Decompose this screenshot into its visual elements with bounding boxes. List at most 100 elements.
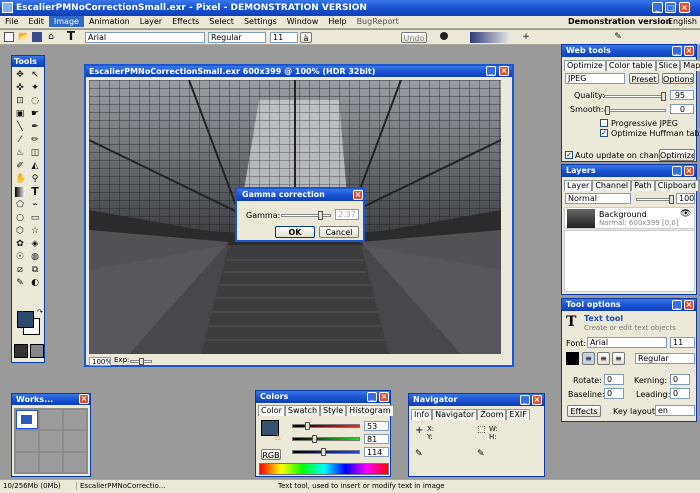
antialias-icon[interactable] xyxy=(440,32,448,40)
optimize-huffman-checkbox[interactable]: ✓ xyxy=(600,129,608,137)
effects-button[interactable]: Effects xyxy=(567,405,601,417)
rectangle-tool-icon[interactable]: ▭ xyxy=(30,213,40,223)
red-eye-tool-icon[interactable]: ☉ xyxy=(15,252,25,262)
align-center-button[interactable]: ≡ xyxy=(597,352,610,365)
ellipse-tool-icon[interactable]: ○ xyxy=(15,213,25,223)
toolbar-charmap-button[interactable]: à xyxy=(300,32,312,43)
green-field[interactable]: 81 xyxy=(364,434,389,444)
slice-tool-icon[interactable]: ⧉ xyxy=(30,265,40,275)
baseline-field[interactable]: 0 xyxy=(604,388,624,399)
polygon-tool-icon[interactable]: ⬡ xyxy=(15,226,25,236)
layer-opacity-field[interactable]: 100 xyxy=(676,193,695,204)
menu-effects[interactable]: Effects xyxy=(167,16,204,27)
preset-button[interactable]: Preset xyxy=(629,73,659,84)
star-tool-icon[interactable]: ☆ xyxy=(30,226,40,236)
rotate-field[interactable]: 0 xyxy=(604,374,624,385)
airbrush-tool-icon[interactable]: ♨ xyxy=(15,148,25,158)
tab-exif[interactable]: EXIF xyxy=(506,409,530,420)
eyedropper-toolbar-icon[interactable]: ✎ xyxy=(613,32,623,42)
workspace-slot[interactable] xyxy=(64,431,86,451)
maximize-window-button[interactable]: □ xyxy=(665,2,676,13)
text-color-swatch[interactable] xyxy=(566,352,579,365)
key-layout-select[interactable]: en xyxy=(655,405,695,416)
auto-update-checkbox[interactable]: ✓ xyxy=(565,151,573,159)
tab-optimize[interactable]: Optimize xyxy=(564,60,606,71)
red-slider[interactable] xyxy=(292,422,360,430)
colors-minimize-button[interactable]: _ xyxy=(367,392,377,402)
bucket-tool-icon[interactable]: ◭ xyxy=(30,161,40,171)
pattern-tool-icon[interactable]: ✿ xyxy=(15,239,25,249)
menu-layer[interactable]: Layer xyxy=(135,16,167,27)
web-tools-close-button[interactable]: × xyxy=(684,46,694,56)
eyedropper-tool-icon[interactable]: ✐ xyxy=(15,161,25,171)
align-right-button[interactable]: ≡ xyxy=(612,352,625,365)
red-field[interactable]: 53 xyxy=(364,421,389,431)
menu-settings[interactable]: Settings xyxy=(239,16,282,27)
tab-clipboard[interactable]: Clipboard xyxy=(654,180,699,191)
kerning-field[interactable]: 0 xyxy=(670,374,690,385)
workspace-slot[interactable] xyxy=(40,452,62,472)
workspace-slot[interactable] xyxy=(64,452,86,472)
gradient-preview[interactable] xyxy=(470,32,510,43)
view-mode-button[interactable] xyxy=(30,344,44,358)
workspace-slot[interactable] xyxy=(16,431,38,451)
progressive-jpeg-checkbox[interactable] xyxy=(600,119,608,127)
menu-select[interactable]: Select xyxy=(204,16,239,27)
image-window-close-button[interactable]: × xyxy=(499,66,509,76)
gamma-slider[interactable] xyxy=(281,211,331,220)
measure-tool-icon[interactable]: ⧄ xyxy=(15,265,25,275)
language-label[interactable]: English xyxy=(668,16,697,27)
menu-file[interactable]: File xyxy=(0,16,23,27)
tab-slice[interactable]: Slice xyxy=(655,60,681,71)
open-file-icon[interactable]: 📂 xyxy=(18,32,29,42)
swap-colors-icon[interactable]: ↷ xyxy=(37,308,43,316)
blur-tool-icon[interactable]: ◍ xyxy=(30,252,40,262)
quality-field[interactable]: 95 xyxy=(670,90,694,100)
move-tool-icon[interactable]: ✥ xyxy=(15,70,25,80)
line-tool-icon[interactable]: ╲ xyxy=(15,122,25,132)
tab-path[interactable]: Path xyxy=(631,180,655,191)
smudge-tool-icon[interactable]: ☛ xyxy=(30,109,40,119)
blue-slider[interactable] xyxy=(292,448,360,456)
mask-mode-button[interactable] xyxy=(14,344,28,358)
layers-minimize-button[interactable]: _ xyxy=(672,166,682,176)
gamma-value-field[interactable]: 2.37 xyxy=(335,209,359,220)
undo-button[interactable]: Undo xyxy=(401,32,427,43)
menu-edit[interactable]: Edit xyxy=(23,16,49,27)
tab-zoom[interactable]: Zoom xyxy=(477,409,507,420)
hand-select-icon[interactable]: ✜ xyxy=(15,83,25,93)
optimize-button[interactable]: Optimize xyxy=(659,149,695,161)
layer-opacity-slider[interactable] xyxy=(636,195,674,204)
align-left-button[interactable]: ≡ xyxy=(582,352,595,365)
pencil-tool-icon[interactable]: ✏ xyxy=(30,135,40,145)
colors-close-button[interactable]: × xyxy=(379,392,389,402)
tool-options-minimize-button[interactable]: _ xyxy=(672,300,682,310)
menu-bugreport[interactable]: BugReport xyxy=(352,16,404,27)
path-tool-icon[interactable]: ⌁ xyxy=(30,200,40,210)
tab-navigator[interactable]: Navigator xyxy=(432,409,478,420)
toolbar-size-select[interactable]: 11 xyxy=(270,32,298,43)
toolbar-style-select[interactable]: Regular xyxy=(208,32,266,43)
crop-tool-icon[interactable]: ⊡ xyxy=(15,96,25,106)
workspace-slot-active[interactable] xyxy=(16,410,38,430)
gamma-cancel-button[interactable]: Cancel xyxy=(319,226,359,238)
gamma-dialog-close-button[interactable]: × xyxy=(353,190,363,200)
tab-channel[interactable]: Channel xyxy=(592,180,632,191)
stamp-tool-icon[interactable]: ▣ xyxy=(15,109,25,119)
menu-help[interactable]: Help xyxy=(323,16,351,27)
text-tool-icon[interactable]: T xyxy=(30,186,40,197)
workspace-slot[interactable] xyxy=(40,431,62,451)
navigator-minimize-button[interactable]: _ xyxy=(520,395,530,405)
options-button[interactable]: Options xyxy=(662,73,694,84)
gamma-ok-button[interactable]: OK xyxy=(275,226,315,238)
lasso-tool-icon[interactable]: ◌ xyxy=(30,96,40,106)
pen-tool-icon[interactable]: ✒ xyxy=(30,122,40,132)
shape-tool-icon[interactable]: ⬠ xyxy=(15,200,25,210)
tool-size-select[interactable]: 11 xyxy=(670,337,695,348)
tab-color-table[interactable]: Color table xyxy=(605,60,656,71)
smooth-field[interactable]: 0 xyxy=(670,104,694,114)
dodge-tool-icon[interactable]: ◐ xyxy=(30,278,40,288)
magic-wand-icon[interactable]: ✦ xyxy=(30,83,40,93)
image-window-minimize-button[interactable]: _ xyxy=(486,66,496,76)
workspace-close-button[interactable]: × xyxy=(79,394,89,404)
